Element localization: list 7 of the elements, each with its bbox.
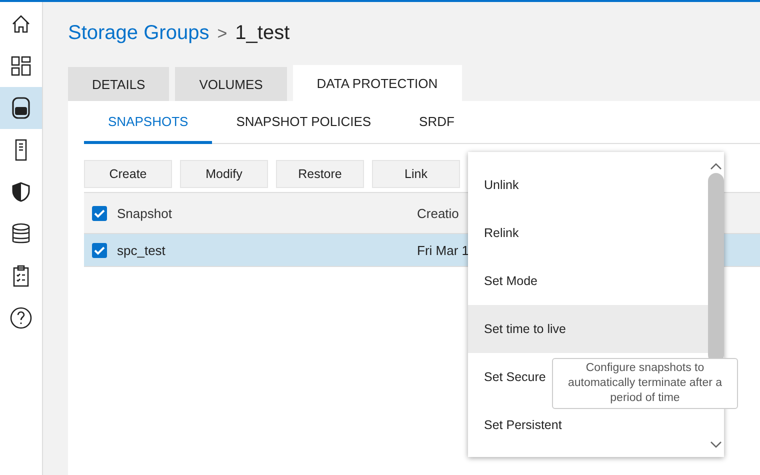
column-header: Snapshot (117, 206, 173, 220)
breadcrumb-separator: > (217, 24, 228, 44)
table-cell: Fri Mar 1 (417, 242, 469, 258)
page-title: 1_test (235, 22, 290, 45)
column-header: Creatio (417, 206, 459, 220)
table-cell-text: spc_test (117, 242, 166, 258)
tooltip: Configure snapshots to automatically terminate after a period of time (552, 358, 738, 409)
